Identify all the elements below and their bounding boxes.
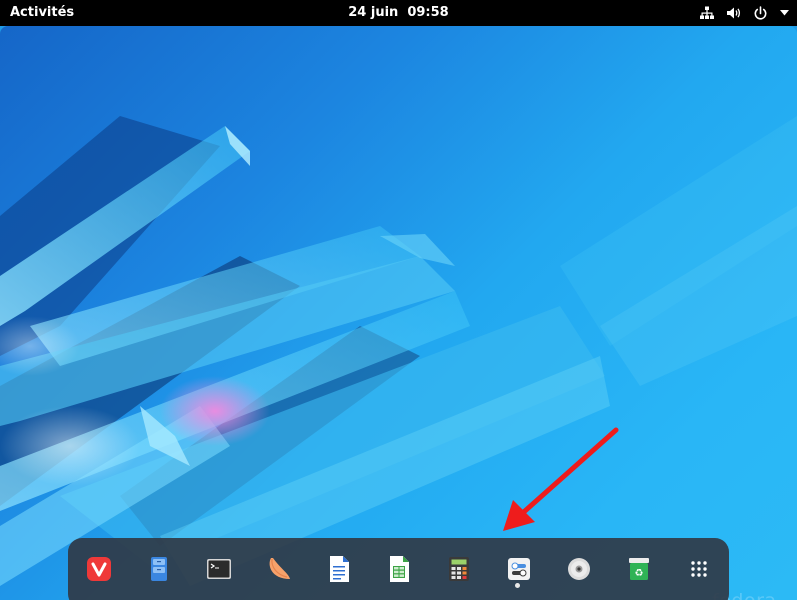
calculator-icon[interactable]	[444, 554, 474, 584]
disc-icon[interactable]	[564, 554, 594, 584]
spreadsheet-icon[interactable]	[384, 554, 414, 584]
settings-tweaks-icon[interactable]	[504, 554, 534, 584]
dash-dock: ♻	[68, 538, 729, 600]
date-time-clock[interactable]: 24 juin 09:58	[348, 5, 448, 20]
screen: Activités 24 juin 09:58 ♻	[0, 0, 797, 600]
activities-button[interactable]: Activités	[10, 0, 74, 26]
network-wired-icon[interactable]	[700, 6, 714, 20]
vivaldi-browser-icon[interactable]	[84, 554, 114, 584]
show-applications-icon[interactable]	[684, 554, 714, 584]
desktop-wallpaper: fedora	[0, 26, 797, 600]
svg-text:♻: ♻	[635, 568, 644, 579]
volume-icon[interactable]	[726, 6, 741, 20]
top-bar: Activités 24 juin 09:58	[0, 0, 797, 26]
clock-area: 24 juin 09:58	[0, 0, 797, 26]
software-recycle-icon[interactable]: ♻	[624, 554, 654, 584]
file-manager-icon[interactable]	[144, 554, 174, 584]
running-indicator-dot	[515, 583, 520, 588]
mango-app-icon[interactable]	[264, 554, 294, 584]
terminal-icon[interactable]	[204, 554, 234, 584]
text-document-icon[interactable]	[324, 554, 354, 584]
menu-arrow-icon[interactable]	[780, 10, 789, 16]
wallpaper-art	[0, 116, 797, 586]
system-tray[interactable]	[700, 0, 789, 26]
power-icon[interactable]	[753, 5, 768, 21]
